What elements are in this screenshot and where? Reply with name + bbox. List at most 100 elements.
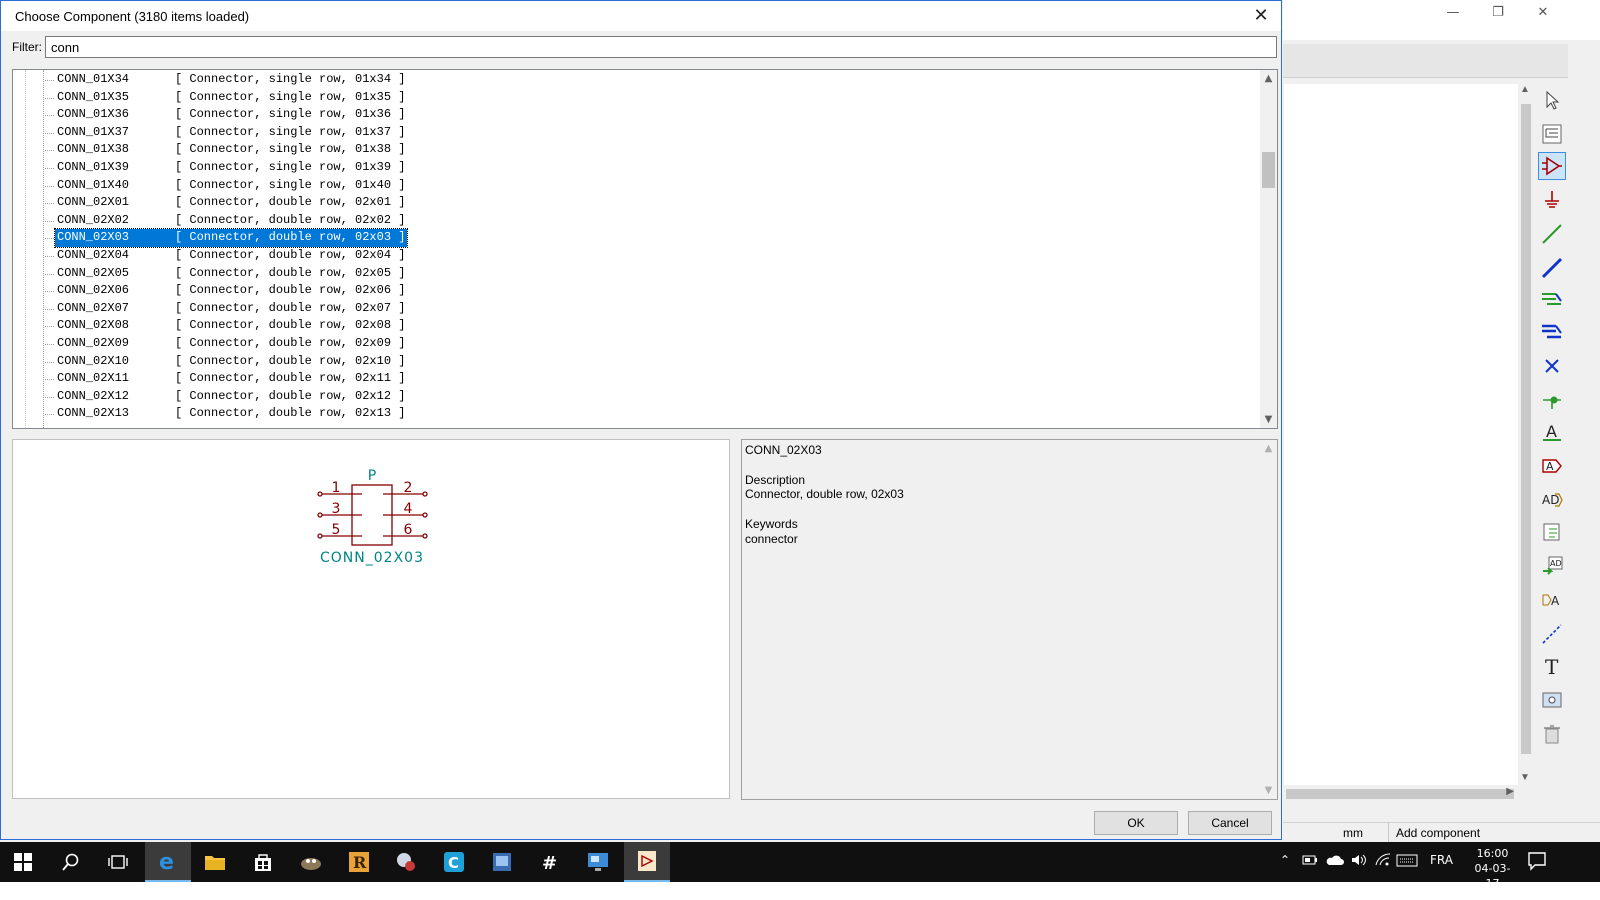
tree-connector (45, 80, 54, 81)
ok-button[interactable]: OK (1094, 811, 1178, 835)
tree-row-label[interactable]: CONN_01X39 [ Connector, single row, 01x39… (55, 159, 407, 177)
hierarchical-sheet-icon[interactable] (1538, 518, 1566, 546)
windows-start-icon[interactable] (0, 842, 46, 882)
import-sheet-pin-icon[interactable]: AD (1538, 552, 1566, 580)
cancel-button[interactable]: Cancel (1188, 811, 1272, 835)
scroll-up-icon[interactable]: ▲ (1260, 440, 1277, 457)
restore-button[interactable]: ❐ (1478, 2, 1518, 24)
photo-viewer-icon[interactable] (479, 842, 525, 882)
component-name: CONN_01X34 (57, 72, 130, 86)
tree-row-label[interactable]: CONN_02X07 [ Connector, double row, 02x07… (55, 300, 407, 318)
component-description: [ Connector, single row, 01x35 ] (175, 89, 406, 104)
tree-row-label[interactable]: CONN_01X40 [ Connector, single row, 01x40… (55, 177, 407, 195)
tree-row-label[interactable]: CONN_02X11 [ Connector, double row, 02x11… (55, 370, 407, 388)
svg-text:A: A (1546, 422, 1557, 441)
bus-to-bus-entry-icon[interactable] (1538, 318, 1566, 346)
tree-row-label[interactable]: CONN_02X02 [ Connector, double row, 02x02… (55, 212, 407, 230)
scroll-down-icon[interactable]: ▼ (1520, 772, 1530, 783)
delete-trash-icon[interactable] (1538, 720, 1566, 748)
tree-row-label[interactable]: CONN_01X36 [ Connector, single row, 01x36… (55, 106, 407, 124)
info-vertical-scrollbar[interactable]: ▲ ▼ (1260, 440, 1277, 799)
tree-vertical-scrollbar[interactable]: ▲ ▼ (1260, 70, 1277, 428)
ccleaner-icon[interactable]: C (431, 842, 477, 882)
keyboard-icon[interactable] (1396, 853, 1418, 870)
tree-row-label[interactable]: CONN_01X38 [ Connector, single row, 01x38… (55, 141, 407, 159)
tree-row-label[interactable]: CONN_02X09 [ Connector, double row, 02x09… (55, 335, 407, 353)
tree-row-label[interactable]: CONN_02X04 [ Connector, double row, 02x04… (55, 247, 407, 265)
volume-icon[interactable] (1350, 853, 1368, 870)
task-view-icon[interactable] (95, 842, 141, 882)
svg-text:AD: AD (1550, 559, 1562, 568)
bus-icon[interactable] (1538, 254, 1566, 282)
r-app-icon[interactable]: R (336, 842, 382, 882)
scroll-up-icon[interactable]: ▲ (1260, 70, 1277, 87)
tree-row-label[interactable]: CONN_01X37 [ Connector, single row, 01x37… (55, 124, 407, 142)
show-hidden-icons-icon[interactable]: ⌃ (1280, 853, 1290, 867)
hierarchical-label-icon[interactable]: AD (1538, 486, 1566, 514)
tree-row-label[interactable]: CONN_02X13 [ Connector, double row, 02x13… (55, 405, 407, 423)
scroll-thumb[interactable] (1521, 104, 1531, 754)
scroll-right-icon[interactable]: ▶ (1506, 786, 1514, 797)
minimize-button[interactable]: — (1433, 2, 1473, 24)
scroll-thumb[interactable] (1286, 789, 1514, 799)
gimp-icon[interactable] (288, 842, 334, 882)
filter-input[interactable] (45, 36, 1277, 58)
edge-browser-icon[interactable]: e (145, 842, 191, 882)
image-icon[interactable] (1538, 686, 1566, 714)
tree-row-label[interactable]: CONN_02X10 [ Connector, double row, 02x10… (55, 353, 407, 371)
ground-power-icon[interactable] (1538, 186, 1566, 214)
component-name: CONN_01X37 (57, 124, 130, 139)
battery-icon[interactable] (1302, 853, 1318, 870)
search-icon[interactable] (48, 842, 94, 882)
tree-guide-line (43, 70, 45, 428)
close-icon[interactable]: ✕ (1247, 4, 1275, 28)
component-name: CONN_02X06 (57, 283, 130, 298)
app-icon[interactable] (383, 842, 429, 882)
kicad-eeschema-icon[interactable] (624, 842, 670, 882)
no-connect-icon[interactable] (1538, 352, 1566, 380)
input-language[interactable]: FRA (1430, 853, 1453, 867)
canvas-horizontal-scrollbar[interactable]: ▶ (1284, 785, 1534, 802)
file-explorer-icon[interactable] (192, 842, 238, 882)
svg-text:e: e (159, 850, 174, 872)
tree-row-label[interactable]: CONN_02X06 [ Connector, double row, 02x06… (55, 282, 407, 300)
component-description: [ Connector, single row, 01x34 ] (175, 72, 406, 86)
slack-icon[interactable]: # (527, 842, 573, 882)
add-component-icon[interactable] (1538, 152, 1566, 180)
component-name: CONN_01X36 (57, 107, 130, 122)
clock[interactable]: 16:00 04-03-17 (1470, 846, 1515, 891)
tree-row-label[interactable]: CONN_02X01 [ Connector, double row, 02x01… (55, 194, 407, 212)
tree-row-label[interactable]: CONN_02X05 [ Connector, double row, 02x05… (55, 265, 407, 283)
net-label-icon[interactable]: A (1538, 418, 1566, 446)
hierarchy-navigator-icon[interactable] (1538, 120, 1566, 148)
remote-desktop-icon[interactable] (575, 842, 621, 882)
schematic-symbol: P 1 3 5 2 4 6 CONN_02X03 (317, 468, 428, 566)
tree-row-label[interactable]: CONN_02X03 [ Connector, double row, 02x03… (53, 228, 409, 248)
wire-icon[interactable] (1538, 220, 1566, 248)
canvas-vertical-scrollbar[interactable]: ▲ ▼ (1518, 84, 1534, 785)
action-center-icon[interactable] (1527, 851, 1547, 874)
sheet-pin-icon[interactable]: A (1538, 586, 1566, 614)
text-icon[interactable]: T (1538, 652, 1566, 680)
tree-row-label[interactable]: CONN_02X12 [ Connector, double row, 02x12… (55, 388, 407, 406)
tree-row-label[interactable]: CONN_01X34 [ Connector, single row, 01x34… (55, 71, 407, 89)
scroll-down-icon[interactable]: ▼ (1260, 782, 1277, 799)
scroll-thumb[interactable] (1262, 152, 1275, 188)
component-name: CONN_01X35 (57, 89, 130, 104)
close-window-button[interactable]: ✕ (1523, 2, 1563, 24)
tree-row-label[interactable]: CONN_02X08 [ Connector, double row, 02x08… (55, 317, 407, 335)
scroll-down-icon[interactable]: ▼ (1260, 411, 1277, 428)
component-tree[interactable]: CONN_01X34 [ Connector, single row, 01x34… (12, 69, 1278, 429)
onedrive-icon[interactable] (1326, 853, 1344, 870)
global-label-icon[interactable]: A (1538, 452, 1566, 480)
store-icon[interactable] (240, 842, 286, 882)
scroll-up-icon[interactable]: ▲ (1520, 84, 1530, 95)
select-cursor-icon[interactable] (1538, 86, 1566, 114)
junction-icon[interactable] (1538, 386, 1566, 414)
wifi-icon[interactable] (1374, 853, 1392, 870)
schematic-canvas[interactable] (1284, 84, 1518, 785)
graphic-line-icon[interactable] (1538, 620, 1566, 648)
top-toolbar (1283, 44, 1568, 78)
wire-to-bus-entry-icon[interactable] (1538, 286, 1566, 314)
tree-row-label[interactable]: CONN_01X35 [ Connector, single row, 01x35… (55, 89, 407, 107)
